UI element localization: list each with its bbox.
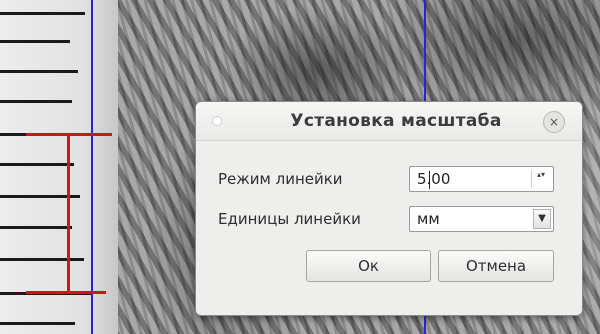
measure-line-bottom[interactable]: [26, 291, 106, 294]
ruler-tick: [0, 100, 72, 103]
scale-dialog: Установка масштаба × Режим линейки 5.00 …: [195, 101, 583, 316]
ruler-units-select[interactable]: мм ▼: [409, 206, 554, 232]
ruler-tick: [0, 322, 75, 325]
ruler-units-label: Единицы линейки: [218, 210, 361, 228]
ruler-tick: [0, 163, 74, 166]
ruler-tick: [0, 226, 72, 229]
ruler-tick: [0, 258, 84, 261]
close-button[interactable]: ×: [543, 111, 565, 133]
text-cursor: [429, 171, 430, 189]
ruler-mode-label: Режим линейки: [218, 170, 343, 188]
chevron-down-icon[interactable]: ▼: [533, 209, 551, 229]
ruler-scale: [0, 0, 118, 334]
dialog-title: Установка масштаба: [290, 111, 502, 131]
guide-line-left[interactable]: [91, 0, 93, 334]
ruler-mode-value[interactable]: 5.00: [417, 170, 450, 188]
ok-button[interactable]: Ок: [306, 250, 431, 282]
dialog-titlebar[interactable]: Установка масштаба ×: [196, 102, 582, 141]
ruler-tick: [0, 40, 70, 43]
ruler-units-value: мм: [417, 210, 440, 228]
cancel-button[interactable]: Отмена: [438, 250, 554, 282]
ruler-tick: [0, 12, 85, 15]
ruler-tick: [0, 70, 78, 73]
ruler-mode-spinbox[interactable]: 5.00 ▴▾: [409, 166, 554, 192]
measure-line-connector[interactable]: [67, 135, 70, 292]
spin-arrows-icon[interactable]: ▴▾: [531, 170, 550, 188]
window-menu-icon[interactable]: [212, 116, 222, 126]
